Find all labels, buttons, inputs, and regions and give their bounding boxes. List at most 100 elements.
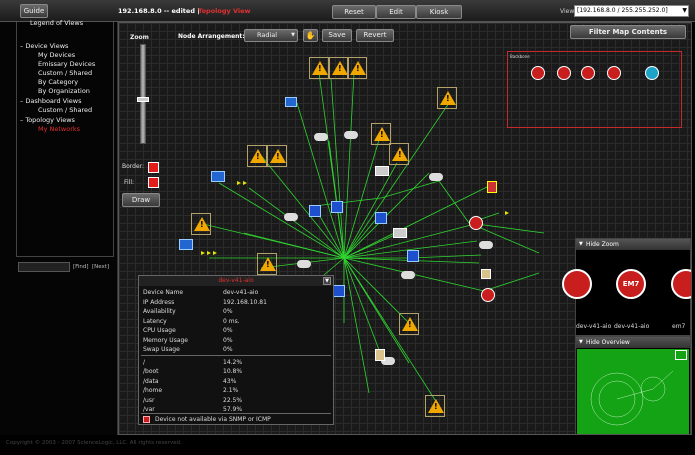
package-icon[interactable] [481, 269, 491, 279]
device-node[interactable] [389, 143, 409, 165]
tooltip-row: Memory Usage 0% [143, 336, 331, 345]
find-input[interactable] [18, 262, 70, 272]
printer-icon[interactable] [375, 166, 389, 176]
cloud-icon[interactable] [479, 241, 493, 249]
find-link[interactable]: [Find] [73, 264, 89, 270]
switch-icon[interactable] [375, 212, 387, 224]
zoom-slider-track[interactable] [137, 44, 149, 144]
cloud-node-icon[interactable] [645, 66, 659, 80]
warning-icon [374, 127, 390, 141]
chevron-down-icon: ▼ [682, 7, 687, 14]
switch-icon[interactable] [331, 201, 343, 213]
warning-icon [332, 61, 348, 75]
device-node[interactable] [247, 145, 267, 167]
collapse-toggle[interactable]: – [20, 42, 23, 50]
device-node[interactable] [257, 253, 277, 275]
switch-icon[interactable] [407, 250, 419, 262]
tooltip-row: Availability 0% [143, 307, 331, 316]
sidebar-item-label: Device Views [25, 42, 69, 50]
zoom-panel-header: Hide Zoom [586, 241, 619, 248]
fill-color-swatch[interactable] [148, 177, 159, 188]
border-color-swatch[interactable] [148, 162, 159, 173]
zoom-slider-thumb[interactable] [137, 97, 149, 102]
tooltip-row-key: /usr [143, 396, 155, 404]
computer-icon[interactable] [179, 239, 193, 250]
topology-view-label: Topology View [198, 7, 251, 15]
sidebar-item-dashboard-views[interactable]: – Dashboard Views [20, 97, 81, 105]
overview-minimap[interactable] [577, 349, 689, 434]
em7-node-icon[interactable] [481, 288, 495, 302]
warning-icon [194, 217, 210, 231]
tooltip-row-value: dev-v41-aio [223, 289, 259, 296]
device-node[interactable] [437, 87, 457, 109]
cloud-icon[interactable] [429, 173, 443, 181]
tooltip-row: /boot 10.8% [143, 367, 331, 376]
device-node[interactable] [347, 57, 367, 79]
device-node[interactable] [399, 313, 419, 335]
backbone-group[interactable]: Backbone [507, 51, 682, 128]
em7-node-icon[interactable] [469, 216, 483, 230]
edit-button[interactable]: Edit [376, 5, 416, 19]
cloud-icon[interactable] [314, 133, 328, 141]
sidebar-item-topology-views[interactable]: – Topology Views [20, 116, 75, 124]
sidebar-item-by-organization[interactable]: By Organization [38, 87, 90, 95]
cloud-icon[interactable] [297, 260, 311, 268]
em7-node-icon[interactable] [607, 66, 621, 80]
draw-button[interactable]: Draw [122, 193, 160, 207]
device-node[interactable] [309, 57, 329, 79]
em7-node-icon[interactable] [581, 66, 595, 80]
em7-zoom-node[interactable]: EM7 [616, 269, 646, 299]
sidebar-item-legend[interactable]: Legend of Views [30, 19, 83, 27]
sidebar-item-by-category[interactable]: By Category [38, 78, 78, 86]
package-icon[interactable] [375, 349, 385, 361]
em7-node-icon[interactable] [557, 66, 571, 80]
cloud-icon[interactable] [401, 271, 415, 279]
sidebar-item-emissary-devices[interactable]: Emissary Devices [38, 60, 95, 68]
sidebar-item-my-networks[interactable]: My Networks [38, 125, 80, 133]
tooltip-row-value: 0% [223, 346, 233, 353]
next-link[interactable]: [Next] [92, 264, 109, 270]
cloud-icon[interactable] [284, 213, 298, 221]
printer-icon[interactable] [393, 228, 407, 238]
tooltip-row: CPU Usage 0% [143, 326, 331, 335]
sidebar-item-my-devices[interactable]: My Devices [38, 51, 75, 59]
arrangement-select[interactable]: Radial ▼ [244, 29, 298, 42]
device-node[interactable] [329, 57, 349, 79]
reset-button[interactable]: Reset [332, 5, 376, 19]
hide-zoom-toggle[interactable]: ▼ Hide Zoom [576, 239, 690, 250]
computer-icon[interactable] [211, 171, 225, 182]
filter-map-contents-button[interactable]: Filter Map Contents [570, 25, 686, 39]
kiosk-button[interactable]: Kiosk [416, 5, 462, 19]
collapse-toggle[interactable]: – [20, 116, 23, 124]
guide-button[interactable]: Guide [20, 4, 48, 18]
revert-button[interactable]: Revert [356, 29, 394, 42]
app-icon[interactable] [487, 181, 497, 193]
view-select[interactable]: [192.168.8.0 / 255.255.252.0] ▼ [574, 5, 689, 17]
device-node[interactable] [191, 213, 211, 235]
em7-zoom-node[interactable] [562, 269, 592, 299]
sidebar-item-dashboard-custom[interactable]: Custom / Shared [38, 106, 92, 114]
em7-zoom-node[interactable] [671, 269, 691, 299]
sidebar-item-custom-shared[interactable]: Custom / Shared [38, 69, 92, 77]
border-label: Border: [122, 163, 145, 170]
tooltip-title: dev-v41-aio [139, 276, 333, 286]
switch-icon[interactable] [309, 205, 321, 217]
hide-overview-toggle[interactable]: ▼ Hide Overview [576, 337, 690, 348]
sidebar-grip[interactable] [8, 22, 15, 82]
em7-node-icon[interactable] [531, 66, 545, 80]
save-button[interactable]: Save [322, 29, 352, 42]
tooltip-collapse-icon[interactable]: ▼ [323, 277, 331, 285]
computer-icon[interactable] [285, 97, 297, 107]
tooltip-warning: Device not available via SNMP or ICMP [155, 416, 271, 423]
pan-hand-icon[interactable]: ✋ [303, 29, 318, 42]
tooltip-row-key: / [143, 358, 146, 366]
collapse-toggle[interactable]: – [20, 97, 23, 105]
zoom-node-label: dev-v41-aio [576, 323, 612, 330]
cloud-icon[interactable] [344, 131, 358, 139]
tooltip-row: Device Name dev-v41-aio [143, 288, 331, 297]
device-node[interactable] [267, 145, 287, 167]
device-node[interactable] [425, 395, 445, 417]
sidebar-item-device-views[interactable]: – Device Views [20, 42, 68, 50]
device-node[interactable] [371, 123, 391, 145]
switch-icon[interactable] [333, 285, 345, 297]
